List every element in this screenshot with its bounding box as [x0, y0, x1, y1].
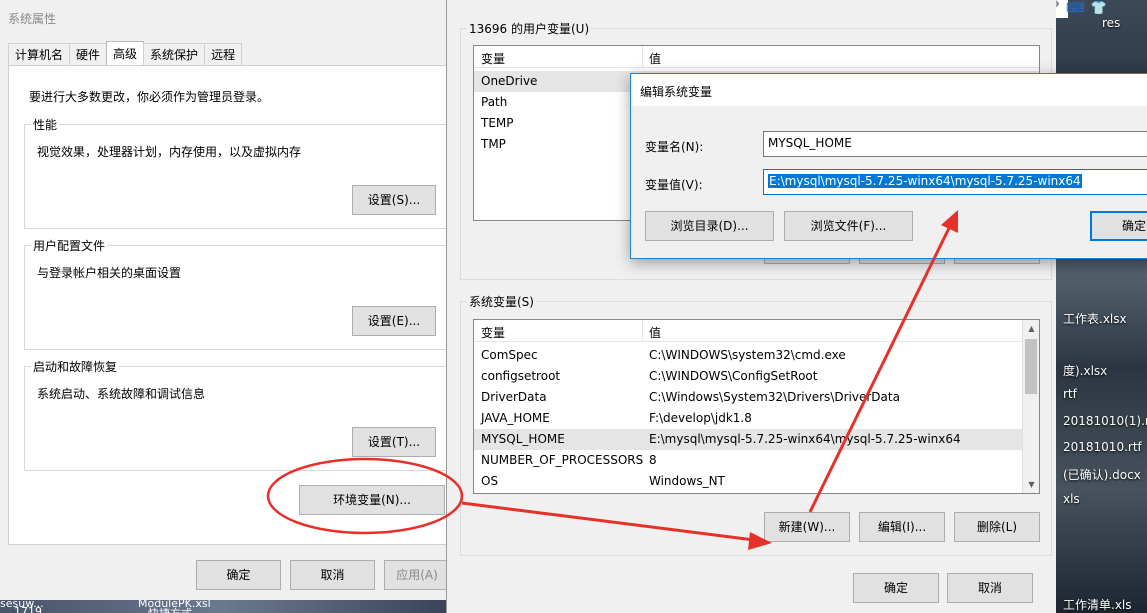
ime-keyboard-icon[interactable]: ⌨	[1066, 1, 1085, 17]
list-header: 变量 值	[474, 46, 1039, 68]
performance-label: 性能	[31, 116, 60, 133]
browse-file-button[interactable]: 浏览文件(F)...	[784, 211, 913, 241]
desktop-file[interactable]: 20181010(1).rtf	[1063, 414, 1147, 428]
var-name: MYSQL_HOME	[481, 432, 565, 446]
var-value: F:\develop\jdk1.8	[649, 411, 752, 425]
table-row-selected[interactable]: MYSQL_HOME E:\mysql\mysql-5.7.25-winx64\…	[474, 429, 1022, 450]
variable-name-label: 变量名(N):	[645, 140, 704, 154]
ime-skin-icon[interactable]: 👕	[1091, 1, 1107, 17]
col-value[interactable]: 值	[649, 50, 661, 67]
user-profiles-group: 用户配置文件 与登录帐户相关的桌面设置 设置(E)...	[24, 237, 454, 350]
admin-note: 要进行大多数更改，你必须作为管理员登录。	[29, 90, 270, 104]
startup-recovery-label: 启动和故障恢复	[31, 358, 120, 375]
system-variables-label: 系统变量(S)	[467, 293, 536, 310]
col-value[interactable]: 值	[649, 324, 661, 341]
scroll-thumb[interactable]	[1025, 339, 1037, 394]
taskbar-strip: sesuw... 1719 ModulePK.xsl 快捷方式	[0, 600, 450, 613]
var-name: NUMBER_OF_PROCESSORS	[481, 453, 644, 467]
cancel-button[interactable]: 取消	[290, 560, 375, 590]
list-header: 变量 值	[474, 320, 1039, 342]
tab-advanced[interactable]: 高级	[106, 41, 145, 65]
variable-value-input[interactable]: E:\mysql\mysql-5.7.25-winx64\mysql-5.7.2…	[763, 169, 1147, 195]
performance-group: 性能 视觉效果，处理器计划，内存使用，以及虚拟内存 设置(S)...	[24, 116, 454, 229]
dialog-title: 系统属性	[8, 12, 57, 26]
col-variable[interactable]: 变量	[481, 50, 505, 67]
tab-computer-name[interactable]: 计算机名	[8, 43, 71, 65]
performance-settings-button[interactable]: 设置(S)...	[352, 185, 436, 215]
var-name: Path	[481, 95, 508, 109]
var-name: OS	[481, 474, 499, 488]
system-delete-button[interactable]: 删除(L)	[954, 512, 1040, 542]
startup-recovery-settings-button[interactable]: 设置(T)...	[352, 427, 436, 457]
scroll-down-icon[interactable]: ▼	[1023, 476, 1039, 493]
browse-directory-button[interactable]: 浏览目录(D)...	[645, 211, 774, 241]
variable-value-label: 变量值(V):	[645, 178, 703, 192]
desktop-file[interactable]: 工作表.xlsx	[1063, 310, 1127, 327]
tab-hardware[interactable]: 硬件	[69, 43, 108, 65]
table-row[interactable]: OS Windows_NT	[474, 471, 1039, 492]
var-name: DriverData	[481, 390, 547, 404]
var-name: OneDrive	[481, 74, 538, 88]
system-variables-group: 系统变量(S) 变量 值 ComSpec C:\WINDOWS\system32…	[460, 293, 1052, 556]
table-row[interactable]: ComSpec C:\WINDOWS\system32\cmd.exe	[474, 345, 1039, 366]
strip-text: 1719	[14, 605, 42, 613]
var-value: C:\WINDOWS\ConfigSetRoot	[649, 369, 818, 383]
startup-recovery-group: 启动和故障恢复 系统启动、系统故障和调试信息 设置(T)...	[24, 358, 454, 471]
system-edit-button[interactable]: 编辑(I)...	[859, 512, 945, 542]
vertical-scrollbar[interactable]: ▲ ▼	[1022, 320, 1039, 493]
desktop-file[interactable]: 工作清单.xls	[1063, 596, 1132, 613]
edit-system-variable-dialog: 编辑系统变量 变量名(N): MYSQL_HOME 变量值(V): E:\mys…	[630, 73, 1147, 259]
desktop-file[interactable]: 20181010.rtf	[1063, 440, 1142, 454]
table-row[interactable]: configsetroot C:\WINDOWS\ConfigSetRoot	[474, 366, 1039, 387]
desktop-file[interactable]: xls	[1063, 492, 1080, 506]
var-value: E:\mysql\mysql-5.7.25-winx64\mysql-5.7.2…	[649, 432, 961, 446]
var-value: Windows_NT	[649, 474, 725, 488]
tab-remote[interactable]: 远程	[204, 43, 243, 65]
var-value: C:\WINDOWS\system32\cmd.exe	[649, 348, 846, 362]
edit-ok-button[interactable]: 确定	[1090, 211, 1147, 241]
var-name: configsetroot	[481, 369, 561, 383]
tab-bar: 计算机名 硬件 高级 系统保护 远程	[8, 41, 243, 65]
advanced-tab-panel: 要进行大多数更改，你必须作为管理员登录。 性能 视觉效果，处理器计划，内存使用，…	[8, 65, 454, 545]
ok-button[interactable]: 确定	[196, 560, 281, 590]
system-variables-list[interactable]: 变量 值 ComSpec C:\WINDOWS\system32\cmd.exe…	[473, 319, 1040, 494]
user-profiles-settings-button[interactable]: 设置(E)...	[352, 306, 436, 336]
apply-button[interactable]: 应用(A)	[384, 560, 450, 590]
strip-text: 快捷方式	[148, 605, 192, 613]
environment-variables-button[interactable]: 环境变量(N)...	[299, 485, 445, 515]
variable-name-input[interactable]: MYSQL_HOME	[763, 131, 1147, 157]
user-profiles-desc: 与登录帐户相关的桌面设置	[37, 266, 182, 280]
tab-system-protection[interactable]: 系统保护	[143, 43, 206, 65]
col-variable[interactable]: 变量	[481, 324, 505, 341]
desktop-file[interactable]: (已确认).docx	[1063, 466, 1141, 483]
edit-dialog-title: 编辑系统变量	[631, 74, 1147, 106]
var-name: ComSpec	[481, 348, 538, 362]
system-properties-dialog: 系统属性 计算机名 硬件 高级 系统保护 远程 要进行大多数更改，你必须作为管理…	[0, 0, 454, 600]
variable-value-text: E:\mysql\mysql-5.7.25-winx64\mysql-5.7.2…	[768, 174, 1082, 188]
var-name: TEMP	[481, 116, 514, 130]
table-row[interactable]: NUMBER_OF_PROCESSORS 8	[474, 450, 1039, 471]
var-name: JAVA_HOME	[481, 411, 550, 425]
variable-name-text: MYSQL_HOME	[768, 136, 852, 150]
var-value: 8	[649, 453, 657, 467]
desktop-file[interactable]: rtf	[1063, 387, 1077, 401]
scroll-up-icon[interactable]: ▲	[1023, 320, 1039, 337]
env-cancel-button[interactable]: 取消	[947, 573, 1033, 603]
table-row[interactable]: JAVA_HOME F:\develop\jdk1.8	[474, 408, 1039, 429]
desktop-res-label: res	[1102, 16, 1121, 30]
table-row[interactable]: DriverData C:\Windows\System32\Drivers\D…	[474, 387, 1039, 408]
startup-recovery-desc: 系统启动、系统故障和调试信息	[37, 387, 206, 401]
user-profiles-label: 用户配置文件	[31, 237, 108, 254]
var-value: C:\Windows\System32\Drivers\DriverData	[649, 390, 900, 404]
desktop-file[interactable]: 度).xlsx	[1063, 362, 1107, 379]
user-variables-label: 13696 的用户变量(U)	[467, 20, 592, 37]
performance-desc: 视觉效果，处理器计划，内存使用，以及虚拟内存	[37, 145, 302, 159]
env-ok-button[interactable]: 确定	[853, 573, 939, 603]
var-name: TMP	[481, 137, 506, 151]
system-new-button[interactable]: 新建(W)...	[764, 512, 850, 542]
